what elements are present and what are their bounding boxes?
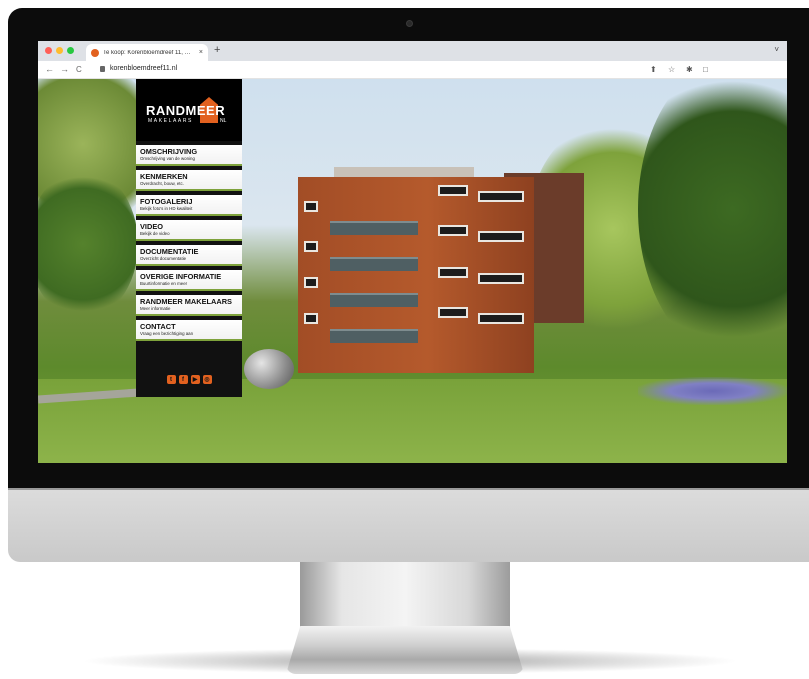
menu-item-subtitle: Bekijk de video [140,231,170,236]
menu-item-title: CONTACT [140,322,176,331]
menu-item-title: VIDEO [140,222,163,231]
browser-tab-bar: Te koop: Korenbloemdreef 11, … × + ˅ [38,41,787,61]
menu-item-fotogalerij[interactable]: FOTOGALERIJ Bekijk foto's in HD kwalitei… [136,195,242,216]
close-window-icon[interactable] [45,47,52,54]
menu-item-omschrijving[interactable]: OMSCHRIJVING Omschrijving van de woning [136,145,242,166]
balcony [330,329,418,343]
bookmark-star-icon[interactable]: ☆ [668,65,675,74]
menu-item-kenmerken[interactable]: KENMERKEN Overdracht, bouw, etc. [136,170,242,191]
flower-bed [638,377,787,405]
monitor-stand [300,560,510,630]
menu-item-title: RANDMEER MAKELAARS [140,297,232,306]
hero-photo: RANDMEER MAKELAARS NL OMSCHRIJVING Omsch… [38,79,787,463]
menu-item-subtitle: Omschrijving van de woning [140,156,195,161]
window [304,277,318,288]
window [438,225,468,236]
menu-item-randmeer-makelaars[interactable]: RANDMEER MAKELAARS Meer informatie [136,295,242,316]
monitor-chin-edge [8,488,809,490]
window [304,313,318,324]
reload-icon[interactable]: C [76,65,82,74]
tab-close-icon[interactable]: × [199,49,203,56]
apartment-building [298,147,584,377]
screen: Te koop: Korenbloemdreef 11, … × + ˅ ← →… [38,41,787,463]
window [438,307,468,318]
balcony [330,221,418,235]
menu-item-subtitle: Vraag een bezichtiging aan [140,331,194,336]
window [478,313,524,324]
menu-item-video[interactable]: VIDEO Bekijk de video [136,220,242,241]
menu-item-title: KENMERKEN [140,172,188,181]
window [438,267,468,278]
menu-item-subtitle: Buurtinformatie en meer [140,281,188,286]
balcony [330,257,418,271]
menu-item-documentatie[interactable]: DOCUMENTATIE Overzicht documentatie [136,245,242,266]
menu-item-subtitle: Overdracht, bouw, etc. [140,181,184,186]
menu-item-overige-informatie[interactable]: OVERIGE INFORMATIE Buurtinformatie en me… [136,270,242,291]
site-favicon-icon [91,48,99,57]
logo-name: RANDMEER [146,103,226,118]
browser-toolbar: ← → C korenbloemdreef11.nl ⬆ ☆ ✱ □ [38,61,787,79]
browser-tab[interactable]: Te koop: Korenbloemdreef 11, … × [86,44,208,61]
menu-item-subtitle: Meer informatie [140,306,171,311]
menu-item-title: DOCUMENTATIE [140,247,199,256]
youtube-icon[interactable]: ▶ [190,375,200,384]
new-tab-icon[interactable]: + [214,44,220,56]
extensions-icon[interactable]: ✱ [686,65,693,74]
back-icon[interactable]: ← [45,64,54,74]
building-facade [298,177,534,373]
sidebar-icon[interactable]: □ [703,65,708,74]
instagram-icon[interactable]: ◎ [202,375,212,384]
menu-item-contact[interactable]: CONTACT Vraag een bezichtiging aan [136,320,242,341]
logo-subtitle: MAKELAARS [148,118,193,124]
menu-item-title: FOTOGALERIJ [140,197,193,206]
camera-icon [406,20,413,27]
tab-title: Te koop: Korenbloemdreef 11, … [103,49,191,56]
window [304,201,318,212]
zoom-window-icon[interactable] [67,47,74,54]
address-bar[interactable]: korenbloemdreef11.nl [110,65,177,72]
menu-item-subtitle: Bekijk foto's in HD kwaliteit [140,206,193,211]
imac-mockup: Te koop: Korenbloemdreef 11, … × + ˅ ← →… [0,0,809,679]
menu-item-subtitle: Overzicht documentatie [140,256,187,261]
sculpture [244,349,294,389]
facebook-icon[interactable]: f [178,375,188,384]
minimize-window-icon[interactable] [56,47,63,54]
forward-icon[interactable]: → [60,64,69,74]
window [438,185,468,196]
monitor-chin [8,488,809,562]
monitor-stand-foot [286,626,524,674]
share-icon[interactable]: ⬆ [650,65,657,74]
logo-suffix: NL [220,118,227,124]
twitter-icon[interactable]: t [166,375,176,384]
site-logo[interactable]: RANDMEER MAKELAARS NL [136,79,242,141]
window [478,231,524,242]
lock-icon[interactable] [100,66,105,72]
balcony [330,293,418,307]
window [478,191,524,202]
social-links: t f ▶ ◎ [136,375,242,387]
menu-item-title: OVERIGE INFORMATIE [140,272,222,281]
sidebar-nav: RANDMEER MAKELAARS NL OMSCHRIJVING Omsch… [136,79,242,397]
window [304,241,318,252]
tab-search-icon[interactable]: ˅ [774,45,779,54]
menu-item-title: OMSCHRIJVING [140,147,198,156]
window [478,273,524,284]
